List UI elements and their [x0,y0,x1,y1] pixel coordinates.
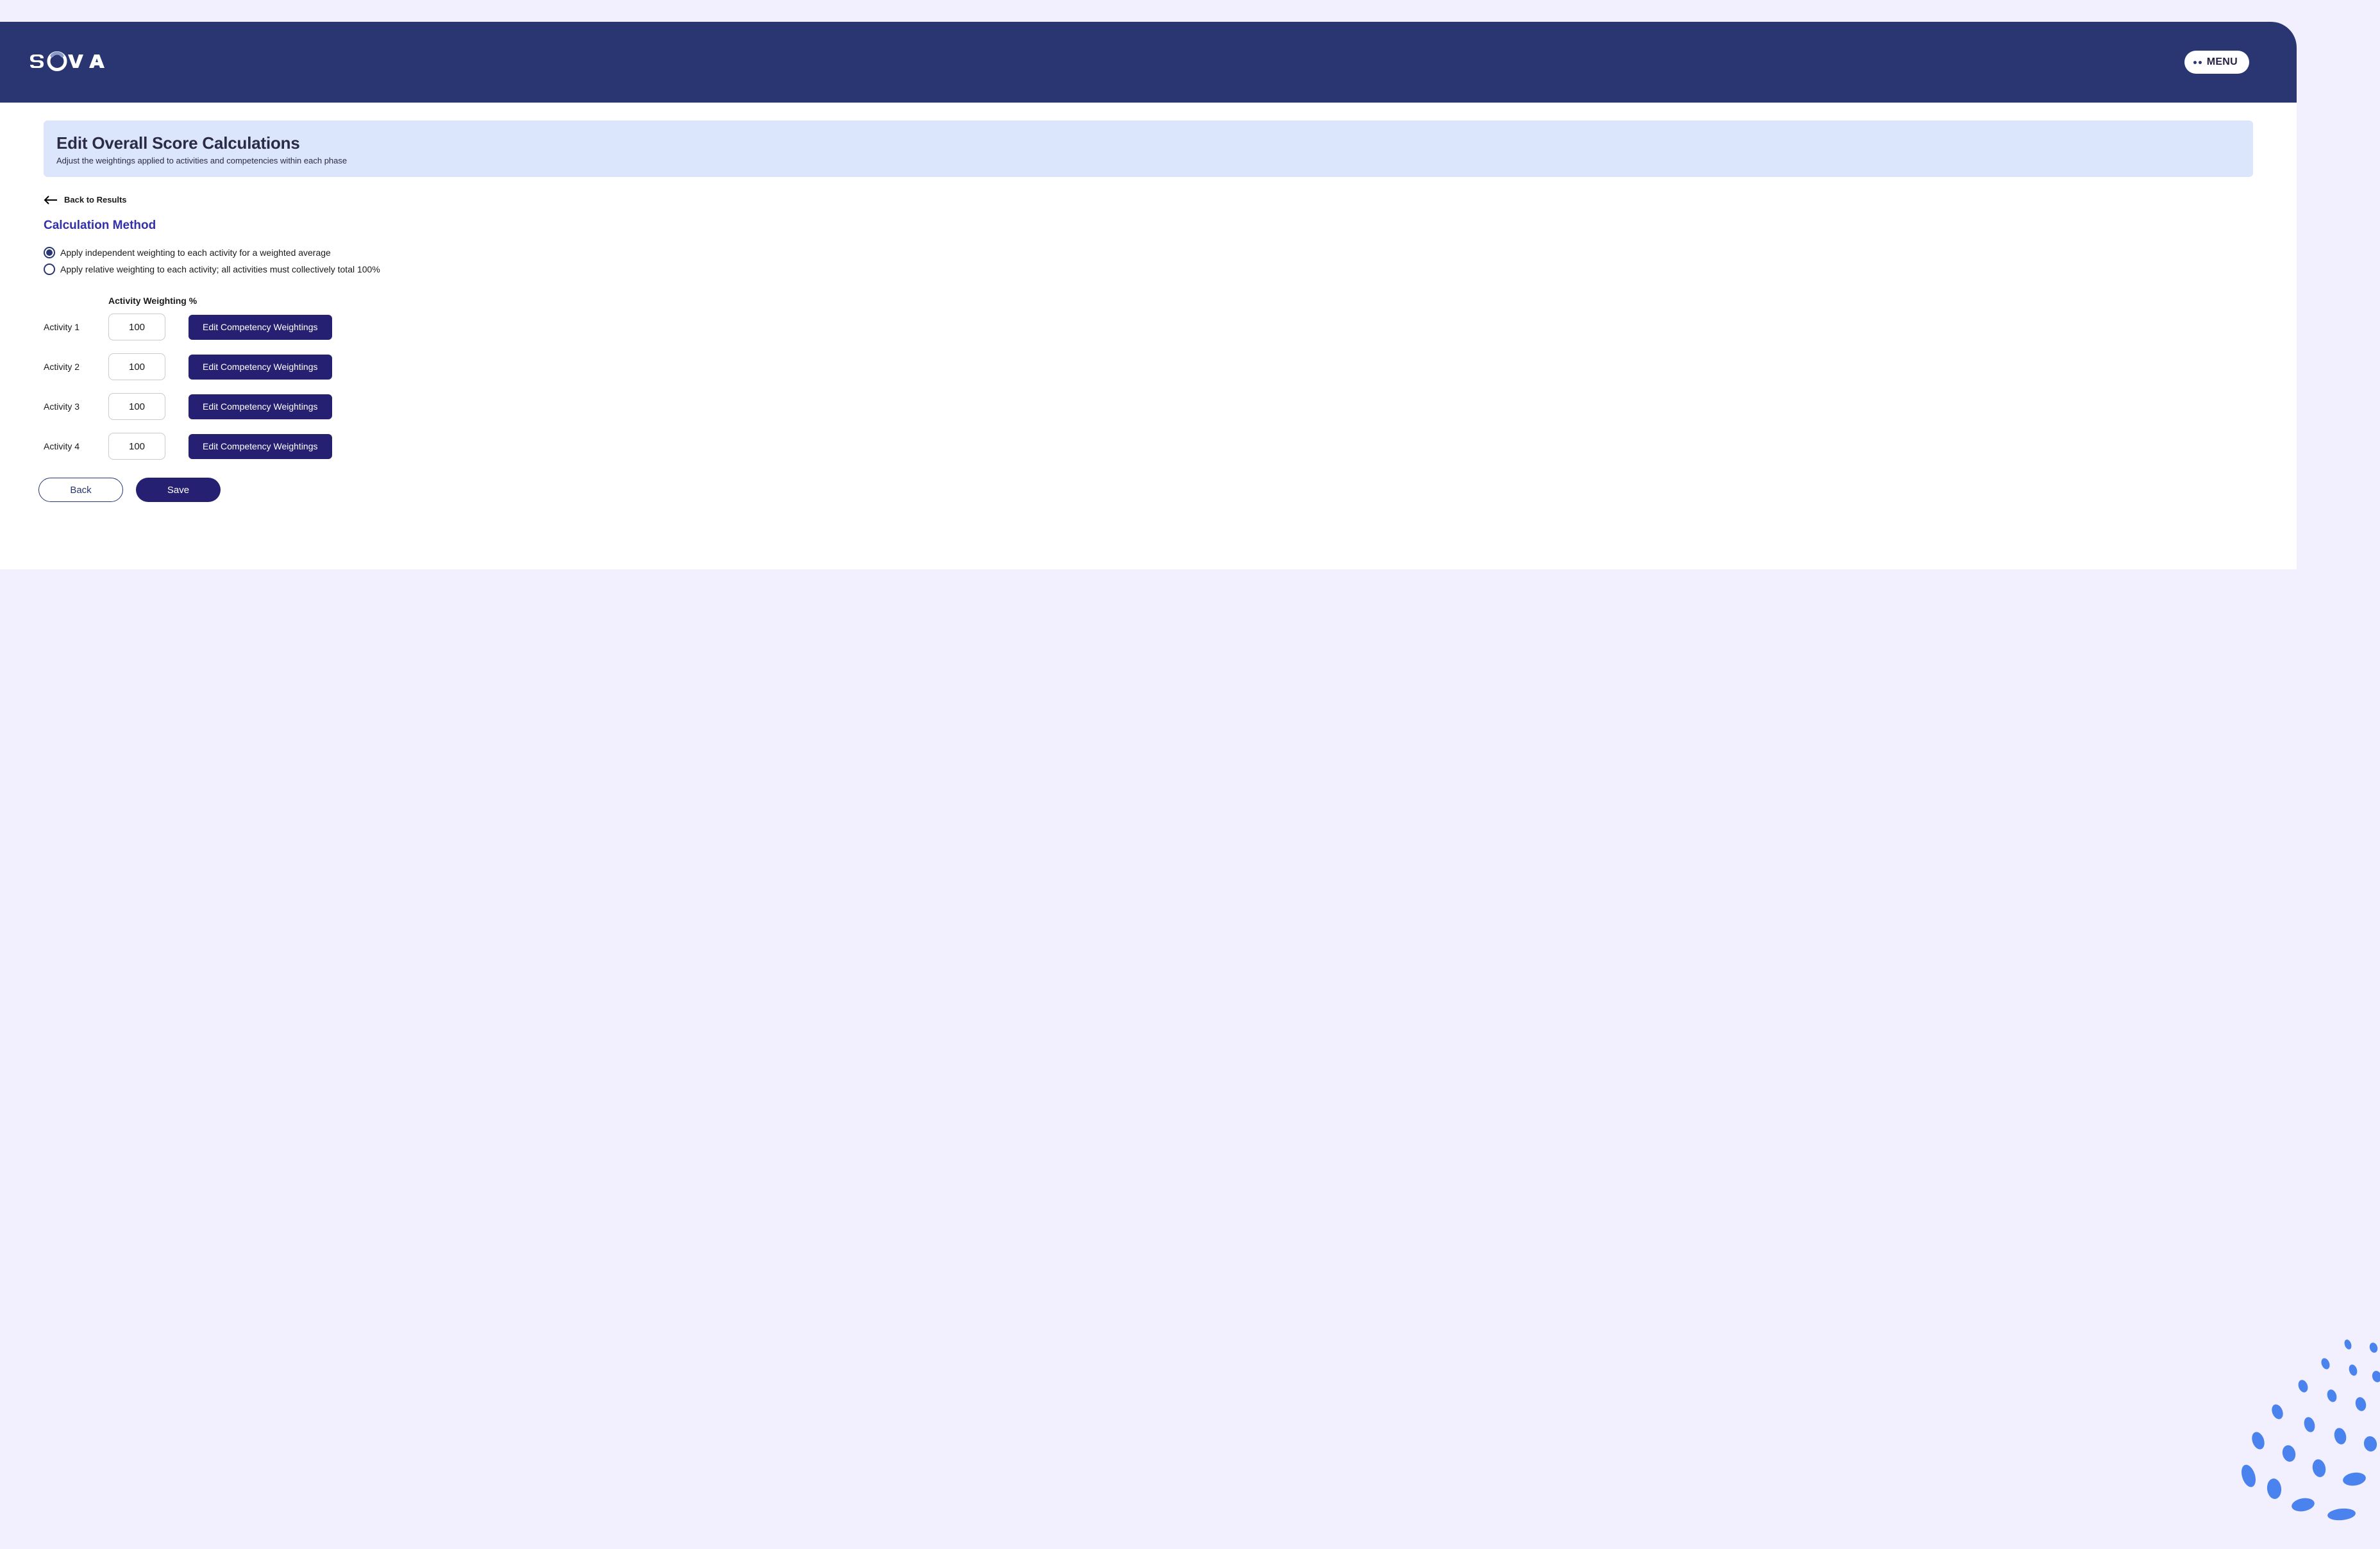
activity-label: Activity 3 [44,401,85,412]
back-link-label: Back to Results [64,195,127,205]
calculation-method-radio-group: Apply independent weighting to each acti… [44,247,2253,275]
edit-competency-weightings-button[interactable]: Edit Competency Weightings [189,315,332,340]
sova-logo-icon [28,50,144,74]
radio-icon [44,264,55,275]
activity-row: Activity 3 Edit Competency Weightings [44,393,2253,420]
radio-label: Apply independent weighting to each acti… [60,247,331,258]
edit-competency-weightings-button[interactable]: Edit Competency Weightings [189,355,332,380]
back-to-results-link[interactable]: Back to Results [44,195,127,205]
page-title: Edit Overall Score Calculations [56,133,2240,153]
page-title-box: Edit Overall Score Calculations Adjust t… [44,121,2253,177]
activity-2-weight-input[interactable] [108,353,165,380]
save-button[interactable]: Save [136,478,221,502]
page-subtitle: Adjust the weightings applied to activit… [56,156,2240,165]
activity-label: Activity 2 [44,362,85,372]
back-button[interactable]: Back [38,478,123,502]
activity-1-weight-input[interactable] [108,314,165,340]
activity-row: Activity 1 Edit Competency Weightings [44,314,2253,340]
content: Edit Overall Score Calculations Adjust t… [0,103,2297,528]
weighting-column-header: Activity Weighting % [108,296,2253,306]
menu-label: MENU [2207,56,2238,68]
radio-label: Apply relative weighting to each activit… [60,264,380,274]
section-heading: Calculation Method [44,219,2253,233]
edit-competency-weightings-button[interactable]: Edit Competency Weightings [189,434,332,459]
activity-row: Activity 2 Edit Competency Weightings [44,353,2253,380]
menu-button[interactable]: MENU [2184,51,2249,74]
footer-buttons: Back Save [38,478,2253,502]
activity-label: Activity 1 [44,322,85,332]
arrow-left-icon [44,196,58,205]
radio-icon [44,247,55,258]
edit-competency-weightings-button[interactable]: Edit Competency Weightings [189,394,332,419]
radio-relative-weighting[interactable]: Apply relative weighting to each activit… [44,264,2253,275]
logo [28,50,144,74]
activity-4-weight-input[interactable] [108,433,165,460]
activity-3-weight-input[interactable] [108,393,165,420]
activity-row: Activity 4 Edit Competency Weightings [44,433,2253,460]
brush-decoration-icon [2149,1328,2380,1527]
activity-label: Activity 4 [44,441,85,451]
menu-dots-icon [2193,61,2202,64]
radio-independent-weighting[interactable]: Apply independent weighting to each acti… [44,247,2253,258]
app-container: MENU Edit Overall Score Calculations Adj… [0,22,2297,569]
header: MENU [0,22,2297,103]
